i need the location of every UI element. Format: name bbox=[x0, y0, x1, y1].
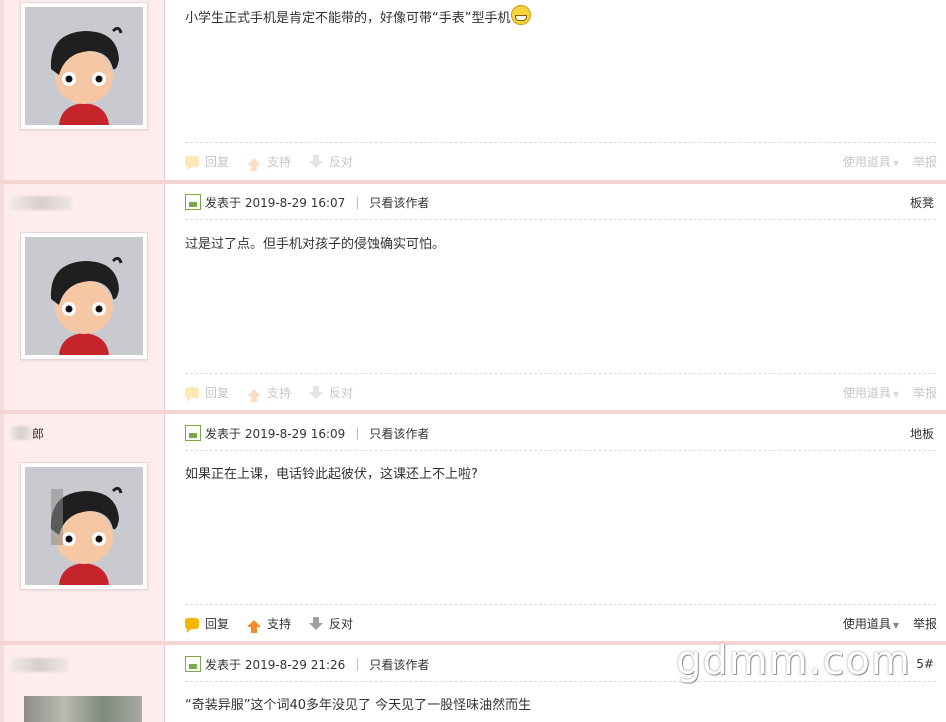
meta-divider: | bbox=[355, 426, 360, 440]
meta-divider: | bbox=[355, 657, 360, 671]
post-online-icon bbox=[185, 425, 201, 441]
reply-label: 回复 bbox=[205, 154, 230, 169]
reply-button[interactable]: 回复 bbox=[185, 384, 230, 402]
avatar-image bbox=[25, 237, 143, 355]
avatar[interactable] bbox=[20, 462, 148, 590]
post-online-icon bbox=[185, 656, 201, 672]
thumb-up-arrow-icon bbox=[247, 157, 262, 171]
post-date: 发表于 2019-8-29 16:07 bbox=[205, 195, 346, 210]
post-actions: 回复 支持 反对 使用道具 ▼ 举报 bbox=[185, 152, 937, 171]
thumb-up-arrow-icon bbox=[247, 388, 262, 402]
post-separator bbox=[0, 180, 946, 184]
site-watermark: gdmm.com bbox=[676, 638, 911, 684]
post-meta: 发表于 2019-8-29 16:09 | 只看该作者 bbox=[185, 424, 429, 442]
post-date: 发表于 2019-8-29 21:26 bbox=[205, 657, 346, 672]
only-author-link[interactable]: 只看该作者 bbox=[369, 425, 429, 442]
support-label: 支持 bbox=[267, 154, 292, 169]
thumb-up-arrow-icon bbox=[247, 619, 262, 633]
avatar-image bbox=[25, 7, 143, 125]
support-button[interactable]: 支持 bbox=[247, 615, 292, 633]
reply-icon bbox=[185, 386, 199, 402]
chevron-down-icon: ▼ bbox=[892, 389, 899, 399]
reply-label: 回复 bbox=[205, 385, 230, 400]
support-button[interactable]: 支持 bbox=[247, 384, 292, 402]
post-separator bbox=[0, 410, 946, 414]
reply-label: 回复 bbox=[205, 616, 230, 631]
oppose-button[interactable]: 反对 bbox=[309, 615, 353, 632]
use-tools-label: 使用道具 bbox=[842, 385, 891, 400]
post-content: 小学生正式手机是肯定不能带的，好像可带“手表”型手机 bbox=[185, 5, 532, 26]
chevron-down-icon: ▼ bbox=[892, 620, 899, 630]
grin-emoji-icon bbox=[511, 5, 532, 25]
post-actions: 回复 支持 反对 使用道具 ▼ 举报 bbox=[185, 614, 937, 633]
divider bbox=[185, 142, 936, 143]
report-button[interactable]: 举报 bbox=[913, 384, 937, 401]
support-label: 支持 bbox=[267, 385, 292, 400]
username[interactable]: 郎 bbox=[32, 425, 44, 442]
username-redacted[interactable] bbox=[10, 426, 32, 440]
avatar[interactable] bbox=[20, 232, 148, 360]
only-author-link[interactable]: 只看该作者 bbox=[369, 656, 429, 673]
avatar-image bbox=[25, 467, 143, 585]
support-label: 支持 bbox=[267, 616, 292, 631]
reply-icon bbox=[185, 617, 199, 633]
thumb-down-arrow-icon bbox=[309, 616, 324, 630]
support-button[interactable]: 支持 bbox=[247, 153, 292, 171]
username-redacted[interactable] bbox=[10, 658, 68, 672]
avatar[interactable] bbox=[20, 2, 148, 130]
only-author-link[interactable]: 只看该作者 bbox=[369, 194, 429, 211]
meta-divider: | bbox=[355, 195, 360, 209]
divider bbox=[185, 219, 936, 220]
post-meta: 发表于 2019-8-29 16:07 | 只看该作者 bbox=[185, 193, 429, 211]
post-date: 发表于 2019-8-29 16:09 bbox=[205, 426, 346, 441]
use-tools-button[interactable]: 使用道具 ▼ bbox=[843, 153, 899, 170]
reply-icon bbox=[185, 155, 199, 171]
post-content: 如果正在上课，电话铃此起彼伏，这课还上不上啦? bbox=[185, 467, 478, 482]
report-button[interactable]: 举报 bbox=[913, 615, 937, 632]
oppose-button[interactable]: 反对 bbox=[309, 153, 353, 170]
report-button[interactable]: 举报 bbox=[913, 153, 937, 170]
oppose-label: 反对 bbox=[329, 616, 354, 631]
oppose-button[interactable]: 反对 bbox=[309, 384, 353, 401]
oppose-label: 反对 bbox=[329, 154, 354, 169]
floor-number[interactable]: 5# bbox=[916, 657, 934, 671]
use-tools-button[interactable]: 使用道具 ▼ bbox=[843, 615, 899, 632]
use-tools-label: 使用道具 bbox=[842, 616, 891, 631]
reply-button[interactable]: 回复 bbox=[185, 153, 230, 171]
chevron-down-icon: ▼ bbox=[892, 158, 899, 168]
divider bbox=[185, 604, 936, 605]
post-meta: 发表于 2019-8-29 21:26 | 只看该作者 bbox=[185, 655, 429, 673]
floor-number[interactable]: 板凳 bbox=[910, 194, 934, 211]
use-tools-button[interactable]: 使用道具 ▼ bbox=[843, 384, 899, 401]
post-content: “奇装异服”这个词40多年没见了 今天见了一股怪味油然而生 bbox=[185, 698, 532, 713]
reply-button[interactable]: 回复 bbox=[185, 615, 230, 633]
use-tools-label: 使用道具 bbox=[842, 154, 891, 169]
avatar-image[interactable] bbox=[24, 696, 142, 722]
divider bbox=[185, 373, 936, 374]
username-redacted[interactable] bbox=[10, 196, 72, 210]
thumb-down-arrow-icon bbox=[309, 385, 324, 399]
post-content: 过是过了点。但手机对孩子的侵蚀确实可怕。 bbox=[185, 237, 446, 252]
post-online-icon bbox=[185, 194, 201, 210]
post-actions: 回复 支持 反对 使用道具 ▼ 举报 bbox=[185, 383, 937, 402]
floor-number[interactable]: 地板 bbox=[910, 425, 934, 442]
thumb-down-arrow-icon bbox=[309, 154, 324, 168]
oppose-label: 反对 bbox=[329, 385, 354, 400]
divider bbox=[185, 450, 936, 451]
